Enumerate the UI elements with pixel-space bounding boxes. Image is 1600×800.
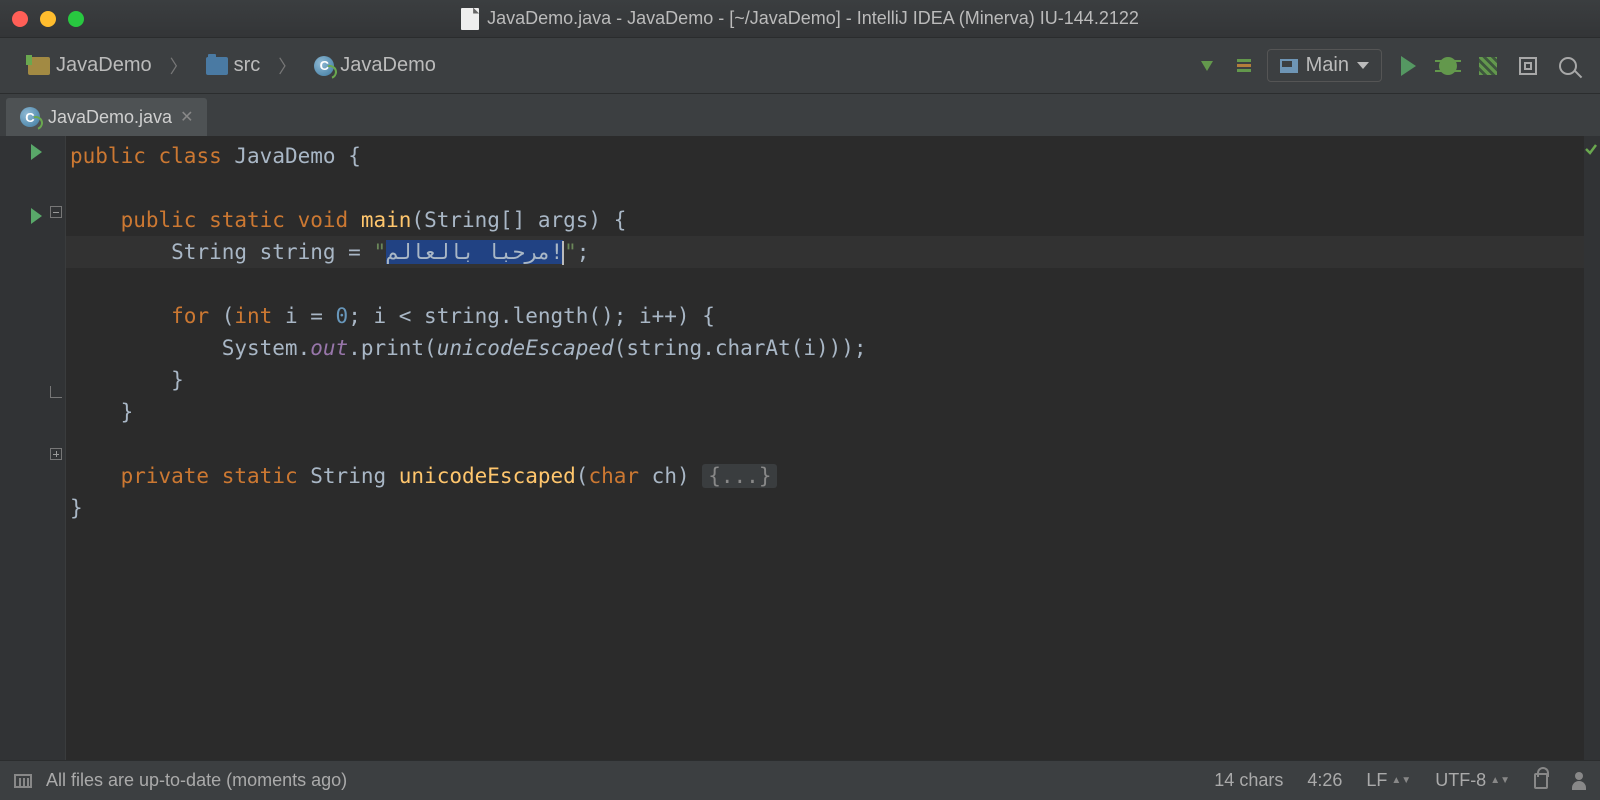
editor-gutter-folding[interactable] <box>48 136 66 760</box>
run-config-label: Main <box>1306 54 1349 77</box>
project-structure-button[interactable] <box>1514 52 1542 80</box>
run-configuration-selector[interactable]: Main <box>1267 49 1382 82</box>
window-title: JavaDemo.java - JavaDemo - [~/JavaDemo] … <box>487 8 1139 29</box>
hector-inspector[interactable] <box>1572 772 1586 790</box>
editor-tabs: JavaDemo.java ✕ <box>0 94 1600 136</box>
arrow-down-icon <box>1201 61 1213 71</box>
folder-icon <box>206 57 228 75</box>
status-bar: All files are up-to-date (moments ago) 1… <box>0 760 1600 800</box>
file-icon <box>461 8 479 30</box>
tab-label: JavaDemo.java <box>48 107 172 128</box>
coverage-button[interactable] <box>1474 52 1502 80</box>
fold-collapse-icon[interactable] <box>50 206 62 218</box>
editor[interactable]: public class JavaDemo { public static vo… <box>0 136 1600 760</box>
debug-button[interactable] <box>1434 52 1462 80</box>
class-icon <box>20 107 40 127</box>
coverage-icon <box>1479 57 1497 75</box>
breadcrumb: JavaDemo 〉 src 〉 JavaDemo <box>18 50 446 81</box>
run-button[interactable] <box>1394 52 1422 80</box>
code-area[interactable]: public class JavaDemo { public static vo… <box>66 136 1600 760</box>
play-icon <box>1401 56 1416 76</box>
class-icon <box>314 56 334 76</box>
chevron-right-icon: 〉 <box>168 53 190 79</box>
fold-expand-icon[interactable] <box>50 448 62 460</box>
run-class-gutter-icon[interactable] <box>31 144 42 160</box>
lock-icon <box>1534 773 1548 789</box>
vcs-update-button[interactable] <box>1193 52 1221 80</box>
macos-titlebar: JavaDemo.java - JavaDemo - [~/JavaDemo] … <box>0 0 1600 38</box>
fold-end-icon <box>50 386 62 398</box>
run-method-gutter-icon[interactable] <box>31 208 42 224</box>
breadcrumb-label: JavaDemo <box>340 54 436 77</box>
search-icon <box>1559 57 1577 75</box>
window-close-button[interactable] <box>12 11 28 27</box>
tool-windows-icon[interactable] <box>14 774 32 788</box>
vcs-bars-icon <box>1237 57 1251 75</box>
structure-icon <box>1519 57 1537 75</box>
breadcrumb-project[interactable]: JavaDemo <box>18 50 162 81</box>
search-everywhere-button[interactable] <box>1554 52 1582 80</box>
caret-position[interactable]: 4:26 <box>1307 770 1342 791</box>
navigation-bar: JavaDemo 〉 src 〉 JavaDemo Main <box>0 38 1600 94</box>
folded-region[interactable]: {...} <box>702 464 777 488</box>
window-minimize-button[interactable] <box>40 11 56 27</box>
inspection-ok-icon[interactable] <box>1584 142 1598 156</box>
breadcrumb-label: src <box>234 54 261 77</box>
project-icon <box>28 57 50 75</box>
inspector-icon <box>1572 772 1586 790</box>
selection-length[interactable]: 14 chars <box>1214 770 1283 791</box>
vcs-status-button[interactable] <box>1233 52 1255 80</box>
breadcrumb-class[interactable]: JavaDemo <box>304 50 446 81</box>
close-icon[interactable]: ✕ <box>180 107 193 127</box>
readonly-toggle[interactable] <box>1534 773 1548 789</box>
chevron-down-icon <box>1357 62 1369 69</box>
window-zoom-button[interactable] <box>68 11 84 27</box>
error-stripe[interactable] <box>1584 136 1600 760</box>
editor-tab[interactable]: JavaDemo.java ✕ <box>6 98 207 136</box>
line-separator[interactable]: LF▲▼ <box>1366 770 1411 791</box>
status-message: All files are up-to-date (moments ago) <box>46 770 347 791</box>
run-config-icon <box>1280 59 1298 73</box>
file-encoding[interactable]: UTF-8▲▼ <box>1435 770 1510 791</box>
bug-icon <box>1439 57 1457 75</box>
chevron-right-icon: 〉 <box>276 53 298 79</box>
breadcrumb-src[interactable]: src <box>196 50 271 81</box>
breadcrumb-label: JavaDemo <box>56 54 152 77</box>
editor-gutter-icons[interactable] <box>0 136 48 760</box>
